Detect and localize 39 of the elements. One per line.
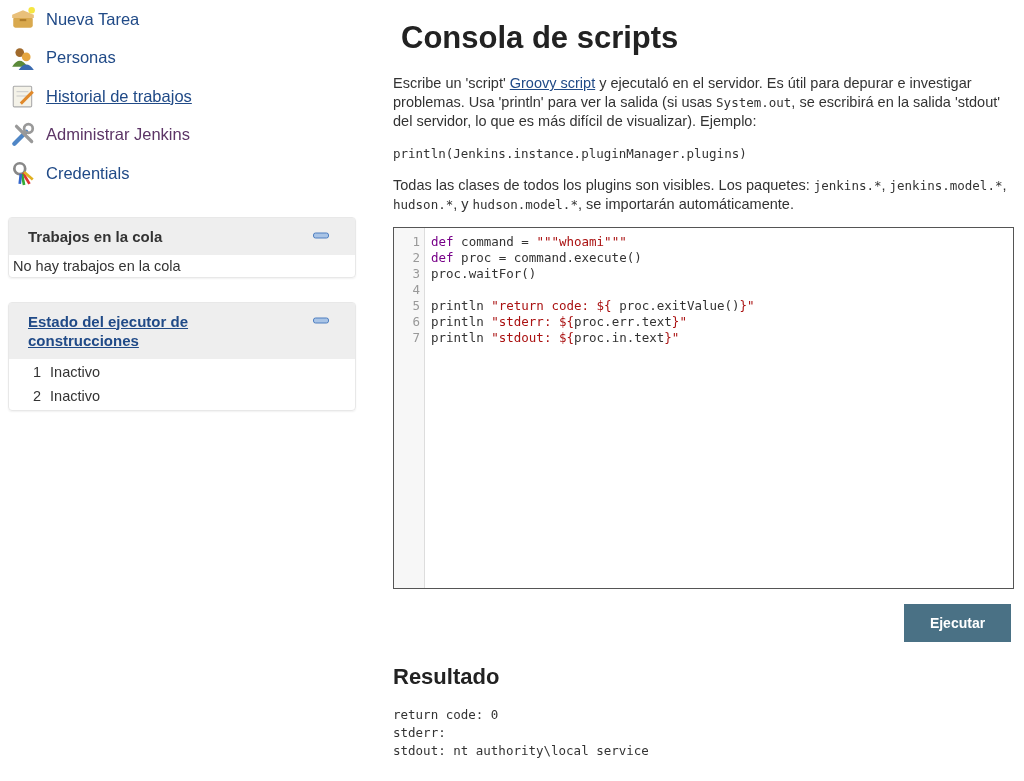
code-line: proc.waitFor() xyxy=(431,266,538,282)
line-number: 7 xyxy=(411,330,421,346)
collapse-icon[interactable] xyxy=(313,316,329,325)
run-button[interactable]: Ejecutar xyxy=(904,604,1011,642)
executor-status: Inactivo xyxy=(50,387,101,404)
panel-title[interactable]: Estado del ejecutor de construcciones xyxy=(28,311,228,350)
description-text: Todas las clases de todos los plugins son visibles. Los paquetes: jenkins.*, jenkins.model.*, hudson.*, y hudson.model.*, se importarán automáticamente. xyxy=(393,176,1008,214)
notepad-icon[interactable] xyxy=(10,83,36,110)
line-number: 1 xyxy=(411,234,421,250)
code-line: def proc = command.execute() xyxy=(431,250,643,266)
code-line: println "stderr: ${proc.err.text}" xyxy=(431,314,688,330)
task-link[interactable]: Administrar Jenkins xyxy=(46,125,190,145)
task-link[interactable]: Personas xyxy=(46,48,116,68)
description-text: Escribe un 'script' Groovy script y ejecutaló en el servidor. Es útil para depurar e investigar problemas. Usa 'println' para ver la salida (si usas System.out, se escribirá en la salida 'stdout' del servidor, lo que es más difícil de visualizar). Ejemplo: xyxy=(393,74,1001,131)
code-line: println "return code: ${ proc.exitValue()}" xyxy=(431,298,755,314)
line-number: 6 xyxy=(411,314,421,330)
line-number: 2 xyxy=(411,250,421,266)
description-text: println(Jenkins.instance.pluginManager.plugins) xyxy=(393,145,748,163)
code-line: def command = """whoami""" xyxy=(431,234,628,250)
collapse-icon[interactable] xyxy=(313,231,329,240)
wrench-screwdriver-icon[interactable] xyxy=(10,121,36,148)
task-link[interactable]: Nueva Tarea xyxy=(46,9,140,29)
result-heading: Resultado xyxy=(393,664,501,690)
executor-number: 2 xyxy=(33,387,42,404)
task-link[interactable]: Historial de trabajos xyxy=(46,86,192,106)
task-link[interactable]: Credentials xyxy=(46,163,130,183)
keys-icon[interactable] xyxy=(10,160,36,187)
script-editor[interactable]: 1 2 3 4 5 6 7 def command = """whoami""" def proc = command.execute() proc.waitFor() println "return code: ${ proc.exitValue()}" println "stderr: ${proc.err.text}" println "stdout: ${proc.in.text}" xyxy=(393,227,1014,589)
executor-number: 1 xyxy=(33,364,42,381)
line-number: 4 xyxy=(411,282,421,298)
line-number: 5 xyxy=(411,298,421,314)
groovy-link[interactable]: Groovy script xyxy=(509,75,596,91)
executor-status: Inactivo xyxy=(50,364,101,381)
page-title: Consola de scripts xyxy=(401,20,680,56)
code-line: println "stdout: ${proc.in.text}" xyxy=(431,330,681,346)
panel-title: Trabajos en la cola xyxy=(28,226,163,246)
result-output: return code: 0 stderr: stdout: nt authority\local service xyxy=(393,706,650,760)
queue-empty-text: No hay trabajos en la cola xyxy=(12,256,182,276)
line-number: 3 xyxy=(411,266,421,282)
